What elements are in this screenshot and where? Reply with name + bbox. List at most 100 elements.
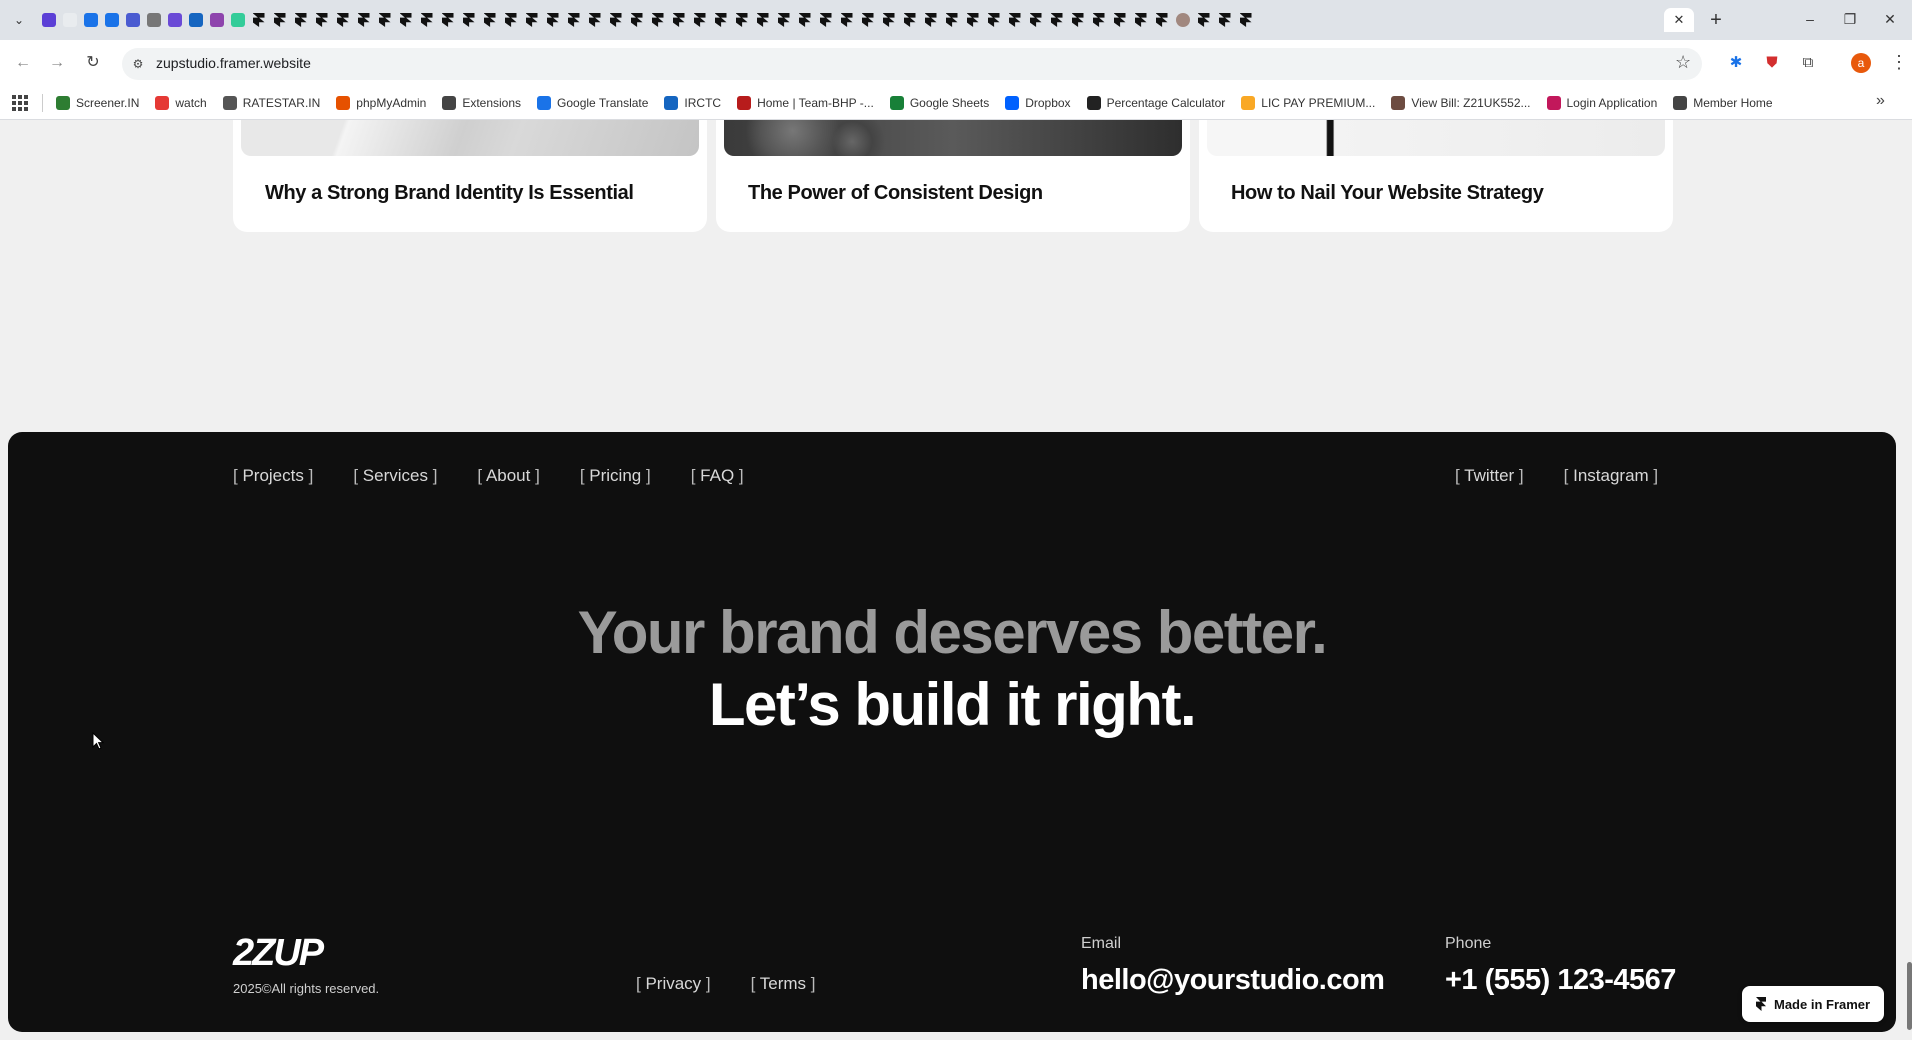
blog-card-title[interactable]: The Power of Consistent Design	[748, 182, 1043, 205]
pinned-tab[interactable]	[1025, 9, 1046, 31]
pinned-tab[interactable]	[899, 9, 920, 31]
pinned-tab[interactable]	[563, 9, 584, 31]
pinned-tab[interactable]	[1235, 9, 1256, 31]
pinned-tab[interactable]	[1151, 9, 1172, 31]
apps-grid-icon[interactable]	[12, 95, 28, 111]
pinned-tab[interactable]	[1088, 9, 1109, 31]
url-text[interactable]: zupstudio.framer.website	[156, 55, 311, 71]
footer-nav-link-services[interactable]: [ Services ]	[353, 466, 437, 486]
pinned-tab[interactable]	[626, 9, 647, 31]
active-tab[interactable]: ✕	[1664, 8, 1694, 32]
footer-nav-link-faq[interactable]: [ FAQ ]	[691, 466, 744, 486]
bookmark-item[interactable]: Home | Team-BHP -...	[737, 96, 874, 110]
profile-avatar[interactable]: a	[1851, 53, 1871, 73]
pinned-tab[interactable]	[542, 9, 563, 31]
pinned-tab[interactable]	[290, 9, 311, 31]
forward-button[interactable]: →	[44, 50, 70, 76]
pinned-tab[interactable]	[437, 9, 458, 31]
pinned-tab[interactable]	[416, 9, 437, 31]
scrollbar-thumb[interactable]	[1907, 962, 1912, 1030]
new-tab-button[interactable]: +	[1704, 8, 1728, 32]
bookmark-item[interactable]: LIC PAY PREMIUM...	[1241, 96, 1375, 110]
pinned-tab[interactable]	[395, 9, 416, 31]
pinned-tab[interactable]	[269, 9, 290, 31]
bookmark-item[interactable]: Google Sheets	[889, 96, 989, 110]
footer-legal-link-terms[interactable]: [ Terms ]	[751, 974, 816, 994]
blog-card[interactable]: How to Nail Your Website Strategy	[1199, 120, 1673, 232]
shield-extension-icon[interactable]: ⛊	[1762, 53, 1782, 73]
pinned-tab[interactable]	[941, 9, 962, 31]
blog-card-title[interactable]: How to Nail Your Website Strategy	[1231, 182, 1544, 205]
pinned-tab[interactable]	[80, 9, 101, 31]
address-bar[interactable]	[122, 48, 1702, 80]
pinned-tab[interactable]	[878, 9, 899, 31]
reload-button[interactable]: ↻	[80, 50, 106, 76]
pinned-tab[interactable]	[815, 9, 836, 31]
pinned-tab[interactable]	[374, 9, 395, 31]
pinned-tab[interactable]	[605, 9, 626, 31]
pinned-tab[interactable]	[836, 9, 857, 31]
pinned-tab[interactable]	[1109, 9, 1130, 31]
pinned-tab[interactable]	[164, 9, 185, 31]
made-in-framer-badge[interactable]: Made in Framer	[1742, 986, 1884, 1022]
pinned-tab[interactable]	[731, 9, 752, 31]
bookmark-item[interactable]: View Bill: Z21UK552...	[1391, 96, 1531, 110]
pinned-tab[interactable]	[185, 9, 206, 31]
pinned-tab[interactable]	[458, 9, 479, 31]
pinned-tab[interactable]	[311, 9, 332, 31]
tab-search-button[interactable]: ⌄	[8, 10, 30, 30]
more-bookmarks-icon[interactable]: »	[1876, 92, 1885, 110]
close-tab-icon[interactable]: ✕	[1674, 12, 1685, 28]
pinned-tab[interactable]	[794, 9, 815, 31]
pinned-tab[interactable]	[500, 9, 521, 31]
footer-nav-link-projects[interactable]: [ Projects ]	[233, 466, 313, 486]
bookmark-item[interactable]: Extensions	[442, 96, 521, 110]
bookmark-item[interactable]: watch	[155, 96, 207, 110]
menu-kebab-icon[interactable]: ⋮	[1890, 52, 1908, 73]
pinned-tab[interactable]	[332, 9, 353, 31]
phone-link[interactable]: +1 (555) 123-4567	[1445, 964, 1676, 997]
blog-card[interactable]: Why a Strong Brand Identity Is Essential	[233, 120, 707, 232]
restore-button[interactable]: ❐	[1830, 6, 1870, 32]
pinned-tab[interactable]	[143, 9, 164, 31]
bookmark-star-icon[interactable]: ☆	[1675, 52, 1691, 73]
extensions-puzzle-icon[interactable]: ⧉	[1798, 53, 1818, 73]
pinned-tab[interactable]	[59, 9, 80, 31]
bookmark-item[interactable]: IRCTC	[664, 96, 721, 110]
pinned-tab[interactable]	[773, 9, 794, 31]
pinned-tab[interactable]	[521, 9, 542, 31]
pinned-tab[interactable]	[1004, 9, 1025, 31]
pinned-tab[interactable]	[101, 9, 122, 31]
pinned-tab[interactable]	[689, 9, 710, 31]
pinned-tab[interactable]	[1172, 9, 1193, 31]
pinned-tab[interactable]	[962, 9, 983, 31]
blog-card-title[interactable]: Why a Strong Brand Identity Is Essential	[265, 182, 634, 205]
pinned-tab[interactable]	[1214, 9, 1235, 31]
pinned-tab[interactable]	[1130, 9, 1151, 31]
footer-social-link-twitter[interactable]: [ Twitter ]	[1455, 466, 1524, 486]
bookmark-item[interactable]: RATESTAR.IN	[222, 96, 320, 110]
pinned-tab[interactable]	[248, 9, 269, 31]
pinned-tab[interactable]	[668, 9, 689, 31]
bookmark-item[interactable]: Dropbox	[1005, 96, 1071, 110]
pinned-tab[interactable]	[710, 9, 731, 31]
footer-social-link-instagram[interactable]: [ Instagram ]	[1564, 466, 1659, 486]
pinned-tab[interactable]	[857, 9, 878, 31]
email-link[interactable]: hello@yourstudio.com	[1081, 964, 1385, 997]
pinned-tab[interactable]	[38, 9, 59, 31]
pinned-tab[interactable]	[920, 9, 941, 31]
pinned-tab[interactable]	[1046, 9, 1067, 31]
pinned-tab[interactable]	[1193, 9, 1214, 31]
pinned-tab[interactable]	[479, 9, 500, 31]
pinned-tab[interactable]	[752, 9, 773, 31]
extension-icon[interactable]: ✱	[1726, 53, 1746, 73]
pinned-tab[interactable]	[353, 9, 374, 31]
close-window-button[interactable]: ✕	[1870, 6, 1910, 32]
pinned-tab[interactable]	[647, 9, 668, 31]
bookmark-item[interactable]: Login Application	[1546, 96, 1657, 110]
minimize-button[interactable]: –	[1790, 6, 1830, 32]
pinned-tab[interactable]	[122, 9, 143, 31]
pinned-tab[interactable]	[227, 9, 248, 31]
footer-legal-link-privacy[interactable]: [ Privacy ]	[636, 974, 711, 994]
pinned-tab[interactable]	[1067, 9, 1088, 31]
